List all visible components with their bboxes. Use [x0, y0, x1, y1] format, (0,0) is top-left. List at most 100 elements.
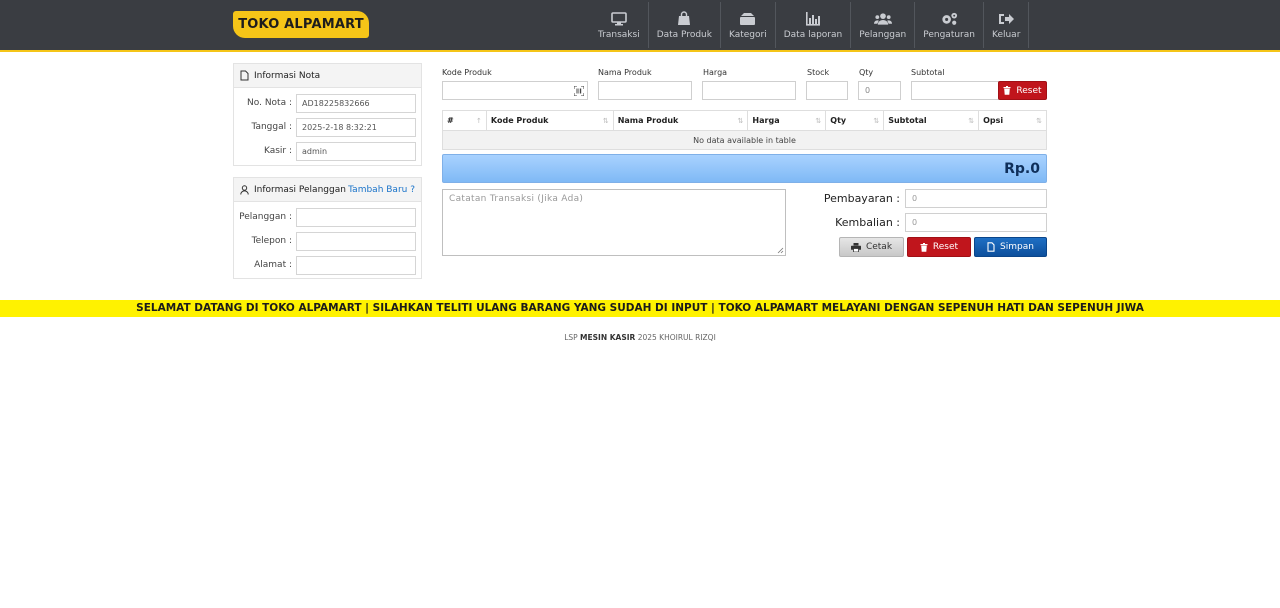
nama-produk-label: Nama Produk [598, 68, 652, 77]
resize-handle-icon[interactable] [777, 247, 784, 254]
grand-total: Rp.0 [442, 154, 1047, 183]
footer-suffix: 2025 KHOIRUL RIZQI [637, 333, 716, 342]
tanggal-row: Tanggal : 2025-2-18 8:32:21 [234, 116, 421, 140]
sign-out-icon [997, 11, 1015, 27]
pelanggan-label: Pelanggan : [239, 212, 292, 222]
kode-produk-input[interactable] [442, 81, 588, 100]
telepon-label: Telepon : [251, 236, 292, 246]
empty-table-message: No data available in table [442, 130, 1047, 150]
barcode-scan-icon[interactable] [574, 86, 584, 96]
alamat-label: Alamat : [254, 260, 292, 270]
nav-data-laporan-label: Data laporan [783, 29, 843, 40]
col-harga[interactable]: Harga ⇅ [747, 110, 827, 131]
trash-icon [920, 242, 928, 252]
kembalian-label: Kembalian : [835, 216, 900, 229]
user-icon [240, 184, 249, 195]
pelanggan-panel: Informasi Pelanggan Tambah Baru ? Pelang… [233, 177, 422, 279]
sort-icon: ⇅ [873, 117, 880, 125]
col-subtotal[interactable]: Subtotal ⇅ [883, 110, 980, 131]
sort-icon: ⇅ [737, 117, 744, 125]
entry-reset-button[interactable]: Reset [998, 81, 1047, 100]
brand-logo[interactable]: TOKO ALPAMART [233, 11, 369, 38]
sort-icon: ⇅ [1036, 117, 1042, 125]
telepon-field[interactable] [296, 232, 416, 251]
pelanggan-panel-header: Informasi Pelanggan Tambah Baru ? [234, 178, 421, 202]
nav-transaksi-label: Transaksi [598, 29, 640, 40]
subtotal-label: Subtotal [911, 68, 945, 77]
subtotal-input[interactable] [911, 81, 999, 100]
pembayaran-input[interactable]: 0 [905, 189, 1047, 208]
top-navbar: TOKO ALPAMART Transaksi Data Produk Kate… [0, 0, 1280, 52]
tambah-baru-link[interactable]: Tambah Baru ? [348, 185, 415, 195]
nav-data-produk[interactable]: Data Produk [649, 2, 721, 48]
pelanggan-field[interactable] [296, 208, 416, 227]
stock-input[interactable] [806, 81, 848, 100]
qty-input[interactable]: 0 [858, 81, 901, 100]
nav-pengaturan[interactable]: Pengaturan [915, 2, 984, 48]
boxes-icon [739, 11, 757, 27]
pelanggan-row: Pelanggan : [234, 206, 421, 230]
col-kode-produk[interactable]: Kode Produk ⇅ [485, 110, 614, 131]
printer-icon [850, 242, 861, 252]
footer-app-name: MESIN KASIR [580, 333, 636, 342]
nav-keluar-label: Keluar [991, 29, 1021, 40]
catatan-textarea[interactable]: Catatan Transaksi (Jika Ada) [442, 189, 786, 256]
monitor-icon [610, 11, 628, 27]
harga-label: Harga [703, 68, 728, 77]
nav-keluar[interactable]: Keluar [984, 2, 1030, 48]
telepon-row: Telepon : [234, 230, 421, 254]
table-row: No data available in table [442, 130, 1047, 150]
simpan-label: Simpan [1000, 242, 1034, 252]
gears-icon [940, 11, 958, 27]
footer-prefix: LSP [564, 333, 578, 342]
col-qty[interactable]: Qty ⇅ [825, 110, 885, 131]
nota-panel-header: Informasi Nota [234, 64, 421, 88]
sort-icon: ⇅ [602, 117, 609, 125]
sort-icon: ⇅ [968, 117, 975, 125]
cart-table: # ↑ Kode Produk ⇅ Nama Produk ⇅ Harga ⇅ Qty ⇅… [442, 110, 1047, 150]
nav-data-laporan[interactable]: Data laporan [776, 2, 852, 48]
nav-kategori[interactable]: Kategori [721, 2, 776, 48]
kembalian-input[interactable]: 0 [905, 213, 1047, 232]
kasir-label: Kasir : [263, 146, 292, 156]
no-nota-label: No. Nota : [247, 98, 292, 108]
nav-pengaturan-label: Pengaturan [923, 29, 975, 40]
harga-input[interactable] [702, 81, 796, 100]
alamat-field[interactable] [296, 256, 416, 275]
nav-data-produk-label: Data Produk [656, 29, 712, 40]
cetak-button[interactable]: Cetak [839, 237, 904, 257]
nota-panel-title: Informasi Nota [254, 70, 321, 81]
no-nota-row: No. Nota : AD18225832666 [234, 92, 421, 116]
bar-chart-icon [804, 11, 822, 27]
nav-pelanggan-label: Pelanggan [859, 29, 907, 40]
nav-pelanggan[interactable]: Pelanggan [851, 2, 916, 48]
file-icon [987, 242, 995, 252]
kasir-row: Kasir : admin [234, 140, 421, 164]
simpan-button[interactable]: Simpan [974, 237, 1047, 257]
col-number[interactable]: # ↑ [442, 110, 487, 131]
col-opsi[interactable]: Opsi ⇅ [978, 110, 1047, 131]
cetak-label: Cetak [865, 242, 893, 252]
shopping-bag-icon [675, 11, 693, 27]
main-nav: Transaksi Data Produk Kategori Data lapo… [590, 2, 1030, 48]
nama-produk-input[interactable] [598, 81, 692, 100]
nav-kategori-label: Kategori [728, 29, 767, 40]
pembayaran-label: Pembayaran : [823, 192, 900, 205]
reset-label: Reset [932, 242, 959, 252]
footer: LSP MESIN KASIR 2025 KHOIRUL RIZQI [0, 333, 1280, 342]
catatan-placeholder: Catatan Transaksi (Jika Ada) [449, 194, 584, 204]
tanggal-field[interactable]: 2025-2-18 8:32:21 [296, 118, 416, 137]
alamat-row: Alamat : [234, 254, 421, 278]
qty-label: Qty [859, 68, 874, 77]
sort-icon: ⇅ [815, 117, 822, 125]
nav-transaksi[interactable]: Transaksi [590, 2, 649, 48]
kasir-field[interactable]: admin [296, 142, 416, 161]
col-nama-produk[interactable]: Nama Produk ⇅ [612, 110, 749, 131]
nota-panel: Informasi Nota No. Nota : AD18225832666 … [233, 63, 422, 166]
kode-produk-label: Kode Produk [442, 68, 492, 77]
no-nota-field[interactable]: AD18225832666 [296, 94, 416, 113]
reset-button[interactable]: Reset [907, 237, 971, 257]
pelanggan-panel-title: Informasi Pelanggan [254, 184, 346, 195]
users-icon [873, 11, 892, 27]
entry-reset-label: Reset [1016, 85, 1042, 96]
